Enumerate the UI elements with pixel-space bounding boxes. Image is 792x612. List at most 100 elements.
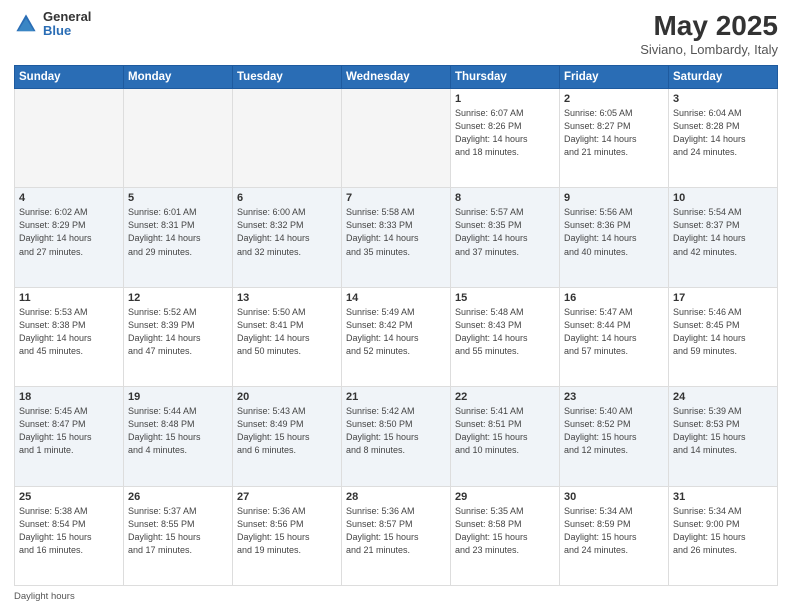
day-cell: 3 Sunrise: 6:04 AMSunset: 8:28 PMDaylight… [669,89,778,188]
day-cell: 27 Sunrise: 5:36 AMSunset: 8:56 PMDayligh… [233,486,342,585]
day-number: 9 [564,192,664,204]
day-cell: 25Sunrise: 5:38 AMSunset: 8:54 PMDayligh… [15,486,124,585]
day-info: Sunrise: 5:50 AMSunset: 8:41 PMDaylight:… [237,306,337,358]
day-info: Sunrise: 5:45 AMSunset: 8:47 PMDaylight:… [19,405,119,457]
day-number: 7 [346,192,446,204]
day-cell [233,89,342,188]
day-info: Sunrise: 5:34 AMSunset: 8:59 PMDaylight:… [564,505,664,557]
day-number: 19 [128,391,228,403]
day-number: 14 [346,292,446,304]
month-year-title: May 2025 [640,10,778,42]
day-info: Sunrise: 5:54 AMSunset: 8:37 PMDaylight:… [673,206,773,258]
day-info: Sunrise: 5:38 AMSunset: 8:54 PMDaylight:… [19,505,119,557]
day-info: Sunrise: 5:58 AMSunset: 8:33 PMDaylight:… [346,206,446,258]
weekday-header-tuesday: Tuesday [233,66,342,89]
title-block: May 2025 Siviano, Lombardy, Italy [640,10,778,57]
day-cell: 15Sunrise: 5:48 AMSunset: 8:43 PMDayligh… [451,287,560,386]
day-info: Sunrise: 5:43 AMSunset: 8:49 PMDaylight:… [237,405,337,457]
day-cell: 12Sunrise: 5:52 AMSunset: 8:39 PMDayligh… [124,287,233,386]
weekday-header-saturday: Saturday [669,66,778,89]
day-number: 5 [128,192,228,204]
day-cell: 29 Sunrise: 5:35 AMSunset: 8:58 PMDayligh… [451,486,560,585]
weekday-header-thursday: Thursday [451,66,560,89]
day-info: Sunrise: 5:47 AMSunset: 8:44 PMDaylight:… [564,306,664,358]
day-cell: 26Sunrise: 5:37 AMSunset: 8:55 PMDayligh… [124,486,233,585]
day-info: Sunrise: 6:07 AMSunset: 8:26 PMDaylight:… [455,107,555,159]
footer-label: Daylight hours [14,591,75,602]
day-number: 24 [673,391,773,403]
day-cell: 13Sunrise: 5:50 AMSunset: 8:41 PMDayligh… [233,287,342,386]
page: General Blue May 2025 Siviano, Lombardy,… [0,0,792,612]
logo-text: General Blue [43,10,91,39]
day-cell: 31 Sunrise: 5:34 AMSunset: 9:00 PMDayligh… [669,486,778,585]
day-number: 27 [237,491,337,503]
day-number: 2 [564,93,664,105]
day-number: 26 [128,491,228,503]
day-cell: 30 Sunrise: 5:34 AMSunset: 8:59 PMDayligh… [560,486,669,585]
day-number: 17 [673,292,773,304]
day-number: 18 [19,391,119,403]
day-info: Sunrise: 5:35 AMSunset: 8:58 PMDaylight:… [455,505,555,557]
weekday-header-sunday: Sunday [15,66,124,89]
day-info: Sunrise: 5:57 AMSunset: 8:35 PMDaylight:… [455,206,555,258]
day-info: Sunrise: 5:53 AMSunset: 8:38 PMDaylight:… [19,306,119,358]
logo: General Blue [14,10,91,39]
day-info: Sunrise: 5:49 AMSunset: 8:42 PMDaylight:… [346,306,446,358]
logo-blue: Blue [43,24,91,38]
day-info: Sunrise: 5:42 AMSunset: 8:50 PMDaylight:… [346,405,446,457]
day-info: Sunrise: 5:36 AMSunset: 8:56 PMDaylight:… [237,505,337,557]
day-number: 1 [455,93,555,105]
weekday-header-wednesday: Wednesday [342,66,451,89]
week-row-3: 11 Sunrise: 5:53 AMSunset: 8:38 PMDayligh… [15,287,778,386]
week-row-2: 4 Sunrise: 6:02 AMSunset: 8:29 PMDaylight… [15,188,778,287]
day-cell: 24Sunrise: 5:39 AMSunset: 8:53 PMDayligh… [669,387,778,486]
day-info: Sunrise: 5:56 AMSunset: 8:36 PMDaylight:… [564,206,664,258]
day-number: 31 [673,491,773,503]
day-cell: 22Sunrise: 5:41 AMSunset: 8:51 PMDayligh… [451,387,560,486]
day-info: Sunrise: 6:00 AMSunset: 8:32 PMDaylight:… [237,206,337,258]
day-cell: 10 Sunrise: 5:54 AMSunset: 8:37 PMDayligh… [669,188,778,287]
day-number: 6 [237,192,337,204]
logo-general: General [43,10,91,24]
weekday-header-friday: Friday [560,66,669,89]
day-info: Sunrise: 6:01 AMSunset: 8:31 PMDaylight:… [128,206,228,258]
day-number: 22 [455,391,555,403]
day-cell: 19Sunrise: 5:44 AMSunset: 8:48 PMDayligh… [124,387,233,486]
day-cell: 8 Sunrise: 5:57 AMSunset: 8:35 PMDaylight… [451,188,560,287]
logo-icon [14,12,38,36]
day-number: 16 [564,292,664,304]
day-cell [342,89,451,188]
weekday-header-monday: Monday [124,66,233,89]
day-number: 4 [19,192,119,204]
day-cell: 17 Sunrise: 5:46 AMSunset: 8:45 PMDayligh… [669,287,778,386]
day-cell: 4 Sunrise: 6:02 AMSunset: 8:29 PMDaylight… [15,188,124,287]
day-info: Sunrise: 6:02 AMSunset: 8:29 PMDaylight:… [19,206,119,258]
day-info: Sunrise: 5:34 AMSunset: 9:00 PMDaylight:… [673,505,773,557]
day-cell: 20 Sunrise: 5:43 AMSunset: 8:49 PMDayligh… [233,387,342,486]
week-row-5: 25Sunrise: 5:38 AMSunset: 8:54 PMDayligh… [15,486,778,585]
week-row-1: 1 Sunrise: 6:07 AMSunset: 8:26 PMDaylight… [15,89,778,188]
day-info: Sunrise: 5:46 AMSunset: 8:45 PMDaylight:… [673,306,773,358]
day-number: 15 [455,292,555,304]
day-number: 29 [455,491,555,503]
header: General Blue May 2025 Siviano, Lombardy,… [14,10,778,57]
day-number: 8 [455,192,555,204]
day-info: Sunrise: 5:36 AMSunset: 8:57 PMDaylight:… [346,505,446,557]
day-cell: 6 Sunrise: 6:00 AMSunset: 8:32 PMDaylight… [233,188,342,287]
day-info: Sunrise: 6:04 AMSunset: 8:28 PMDaylight:… [673,107,773,159]
day-cell: 18 Sunrise: 5:45 AMSunset: 8:47 PMDayligh… [15,387,124,486]
weekday-header-row: SundayMondayTuesdayWednesdayThursdayFrid… [15,66,778,89]
day-cell: 21Sunrise: 5:42 AMSunset: 8:50 PMDayligh… [342,387,451,486]
day-number: 23 [564,391,664,403]
day-number: 11 [19,292,119,304]
footer: Daylight hours [14,591,778,602]
day-number: 20 [237,391,337,403]
week-row-4: 18 Sunrise: 5:45 AMSunset: 8:47 PMDayligh… [15,387,778,486]
day-cell: 16 Sunrise: 5:47 AMSunset: 8:44 PMDayligh… [560,287,669,386]
day-number: 28 [346,491,446,503]
day-info: Sunrise: 5:52 AMSunset: 8:39 PMDaylight:… [128,306,228,358]
day-number: 3 [673,93,773,105]
day-number: 10 [673,192,773,204]
day-cell: 11 Sunrise: 5:53 AMSunset: 8:38 PMDayligh… [15,287,124,386]
day-number: 30 [564,491,664,503]
